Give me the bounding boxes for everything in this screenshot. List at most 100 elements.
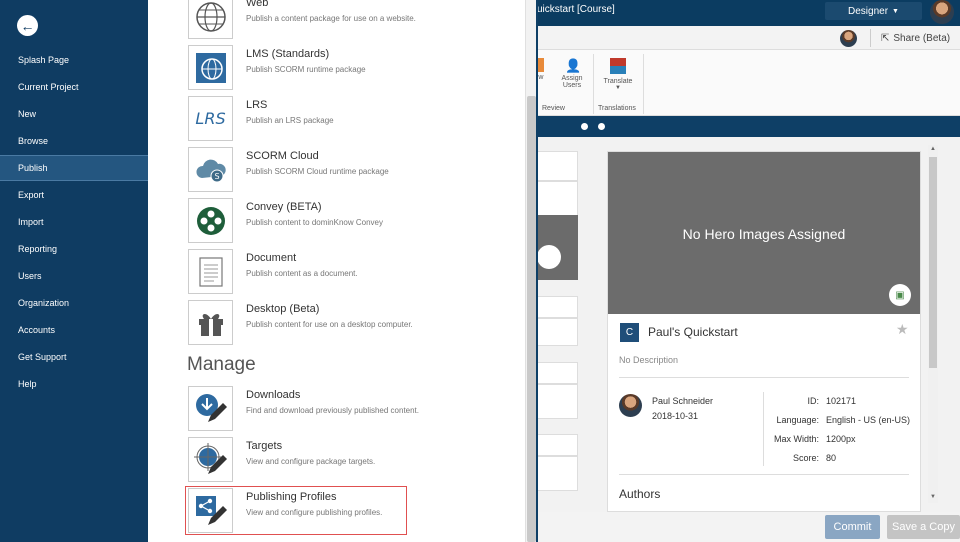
lms-globe-icon [188, 45, 233, 90]
nav-item-new[interactable]: New [0, 101, 148, 127]
option-title: Desktop (Beta) [246, 303, 320, 315]
download-edit-icon [188, 386, 233, 431]
option-description: View and configure package targets. [246, 457, 376, 466]
ribbon-divider [643, 54, 644, 114]
cloud-icon: S [188, 147, 233, 192]
publish-option-lms[interactable]: LMS (Standards) Publish SCORM runtime pa… [188, 45, 518, 91]
nav-item-reporting[interactable]: Reporting [0, 236, 148, 262]
nav-item-help[interactable]: Help [0, 371, 148, 397]
option-description: Find and download previously published c… [246, 406, 420, 415]
nav-item-users[interactable]: Users [0, 263, 148, 289]
ribbon-divider [593, 54, 594, 114]
carousel-bar [530, 116, 960, 137]
manage-option-downloads[interactable]: Downloads Find and download previously p… [188, 386, 518, 432]
scroll-down-icon[interactable]: ▼ [930, 494, 936, 500]
option-description: Publish content as a document. [246, 269, 358, 278]
star-icon[interactable]: ★ [896, 321, 909, 338]
share-button[interactable]: ⇱ Share (Beta) [870, 29, 950, 47]
translate-label: Translate [603, 78, 633, 85]
nav-item-browse[interactable]: Browse [0, 128, 148, 154]
author-date: 2018-10-31 [652, 411, 699, 421]
publish-option-lrs[interactable]: LRS LRS Publish an LRS package [188, 96, 518, 142]
publish-option-convey[interactable]: Convey (BETA) Publish content to dominKn… [188, 198, 518, 244]
scroll-up-icon[interactable]: ▲ [930, 146, 936, 152]
authors-heading: Authors [619, 487, 661, 501]
option-title: LRS [246, 99, 268, 111]
project-description: No Description [619, 355, 679, 365]
main-navigation: ← Splash Page Current Project New Browse… [0, 0, 148, 542]
meta-value-id: 102171 [826, 396, 857, 406]
divider [619, 377, 909, 378]
option-title: Document [246, 252, 297, 264]
collaborator-avatar [840, 30, 857, 47]
lrs-icon: LRS [188, 96, 233, 141]
option-title: Web [246, 0, 269, 9]
share-icon: ⇱ [881, 32, 890, 44]
target-edit-icon [188, 437, 233, 482]
nav-item-publish[interactable]: Publish [0, 155, 148, 181]
assign-label: Assign [561, 75, 583, 82]
author-name: Paul Schneider [652, 396, 714, 406]
meta-label-score: Score: [792, 453, 819, 463]
option-description: Publish content to dominKnow Convey [246, 218, 383, 227]
option-title: Convey (BETA) [246, 201, 322, 213]
meta-label-language: Language: [776, 415, 819, 425]
designer-label: Designer [848, 5, 889, 17]
image-icon[interactable]: ▣ [889, 284, 911, 306]
nav-item-accounts[interactable]: Accounts [0, 317, 148, 343]
designer-role-dropdown[interactable]: Designer ▼ [825, 2, 922, 20]
svg-text:S: S [214, 172, 219, 181]
chevron-down-icon: ▼ [615, 85, 621, 91]
add-user-icon: 👤 [565, 58, 582, 73]
assign-users-button[interactable]: 👤 Assign Users [558, 58, 586, 89]
publish-option-desktop[interactable]: Desktop (Beta) Publish content for use o… [188, 300, 518, 346]
nav-item-export[interactable]: Export [0, 182, 148, 208]
option-title: Downloads [246, 389, 301, 401]
option-description: Publish a content package for use on a w… [246, 14, 416, 23]
selection-highlight [185, 486, 407, 535]
meta-label-max-width: Max Width: [773, 434, 819, 444]
nav-item-get-support[interactable]: Get Support [0, 344, 148, 370]
nav-item-splash-page[interactable]: Splash Page [0, 47, 148, 73]
content-scrollbar-thumb[interactable] [929, 157, 937, 368]
chevron-down-icon: ▼ [892, 7, 899, 15]
translate-button[interactable]: Translate ▼ [600, 58, 636, 91]
ribbon-group-translations: Translations [598, 105, 636, 112]
carousel-dot[interactable] [581, 123, 588, 130]
divider [619, 474, 909, 475]
manage-option-targets[interactable]: Targets View and configure package targe… [188, 437, 518, 483]
convey-icon [188, 198, 233, 243]
panel-scrollbar-thumb[interactable] [527, 96, 536, 542]
commit-button[interactable]: Commit [825, 515, 880, 539]
nav-item-import[interactable]: Import [0, 209, 148, 235]
option-description: Publish an LRS package [246, 116, 334, 125]
back-arrow-icon[interactable]: ← [17, 15, 38, 36]
image-edit-icon[interactable] [537, 245, 561, 269]
save-copy-button[interactable]: Save a Copy [887, 515, 960, 539]
option-description: Publish content for use on a desktop com… [246, 320, 413, 329]
ribbon-toolbar [530, 50, 960, 116]
course-title: uickstart [Course] [537, 4, 615, 15]
option-title: Targets [246, 440, 283, 452]
translate-icon [610, 58, 626, 74]
option-description: Publish SCORM runtime package [246, 65, 366, 74]
meta-value-score: 80 [826, 453, 837, 463]
meta-label-id: ID: [807, 396, 819, 406]
hero-placeholder-text: No Hero Images Assigned [682, 226, 846, 242]
publish-panel: Web Publish a content package for use on… [148, 0, 525, 542]
ribbon-group-review: Review [542, 105, 565, 112]
manage-heading: Manage [187, 354, 256, 375]
document-icon [188, 249, 233, 294]
publish-option-scorm-cloud[interactable]: S SCORM Cloud Publish SCORM Cloud runtim… [188, 147, 518, 193]
users-label: Users [562, 82, 582, 89]
nav-item-current-project[interactable]: Current Project [0, 74, 148, 100]
meta-value-language: English - US (en-US) [826, 415, 911, 425]
user-avatar[interactable] [930, 0, 954, 24]
publish-option-document[interactable]: Document Publish content as a document. [188, 249, 518, 295]
panel-divider [536, 0, 538, 542]
nav-item-organization[interactable]: Organization [0, 290, 148, 316]
publish-option-web[interactable]: Web Publish a content package for use on… [188, 0, 518, 40]
course-badge: C [620, 323, 639, 342]
lrs-icon-text: LRS [195, 109, 226, 128]
carousel-dot[interactable] [598, 123, 605, 130]
